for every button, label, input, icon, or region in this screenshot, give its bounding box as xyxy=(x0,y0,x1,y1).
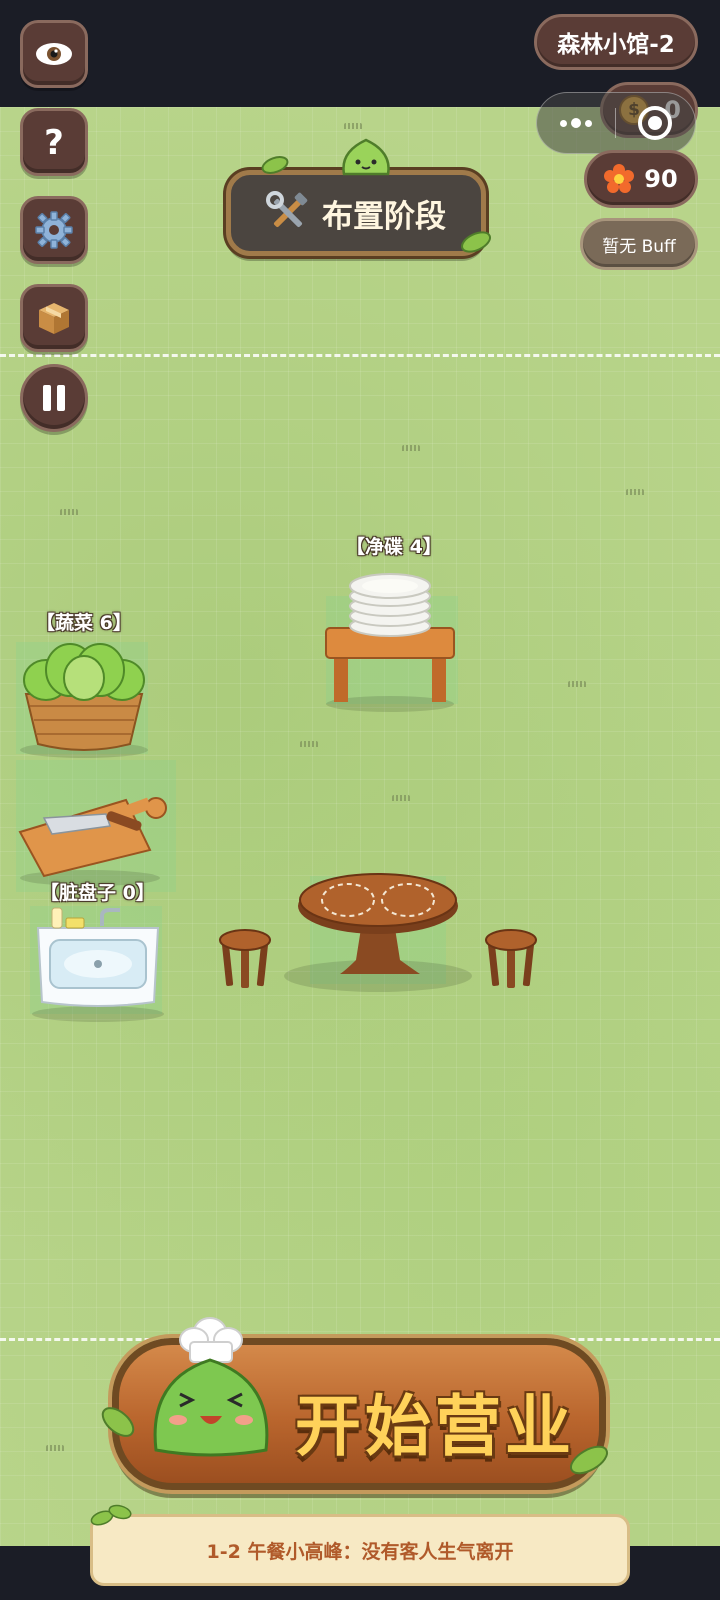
level-name: 森林小馆-2 xyxy=(557,32,675,58)
leaf-icon xyxy=(261,156,289,174)
grass-tuft xyxy=(402,443,420,451)
more-dots-icon[interactable] xyxy=(537,118,615,128)
pause-icon xyxy=(43,385,65,411)
help-button[interactable]: ? xyxy=(20,108,88,176)
dining-table-icon xyxy=(284,873,472,992)
leaf-icon xyxy=(569,1445,609,1475)
leaf-icon xyxy=(460,231,492,253)
game-screen: ? 森林小馆-2 90 暂无 Buff 布置阶段 【净碟 4】 【蔬菜 6】 【… xyxy=(0,0,720,1600)
flower-count: 90 xyxy=(644,165,678,193)
sink-icon xyxy=(32,907,164,1022)
slime-mascot-icon xyxy=(342,138,390,176)
grass-tuft xyxy=(300,739,318,747)
view-toggle-button[interactable] xyxy=(20,20,88,88)
tools-icon xyxy=(266,191,308,228)
leaf-icon xyxy=(101,1407,135,1437)
dirty-plates-label: 【脏盘子 0】 xyxy=(40,882,155,904)
eye-icon xyxy=(36,43,72,65)
start-business-label: 开始营业 xyxy=(295,1388,575,1465)
grass-tuft xyxy=(60,507,78,515)
flower-counter: 90 xyxy=(584,150,698,208)
stool-icon[interactable] xyxy=(484,928,538,992)
grass-tuft xyxy=(568,679,586,687)
inventory-button[interactable] xyxy=(20,284,88,352)
record-icon[interactable] xyxy=(616,105,696,141)
buff-status[interactable]: 暂无 Buff xyxy=(580,218,698,270)
level-name-badge: 森林小馆-2 xyxy=(534,14,698,70)
cutting-board-icon xyxy=(18,797,167,886)
zone-divider-top xyxy=(0,354,720,357)
leaf-cluster-icon xyxy=(90,1504,132,1526)
grass-tuft xyxy=(392,793,410,801)
grass-tuft xyxy=(344,121,362,129)
clean-plates-label: 【净碟 4】 xyxy=(346,536,442,558)
vegetable-basket-icon xyxy=(20,643,148,758)
level-objective-banner: 1-2 午餐小高峰：没有客人生气离开 xyxy=(90,1514,630,1586)
phase-banner: 布置阶段 xyxy=(226,170,486,256)
plate-table-icon xyxy=(325,573,455,712)
miniprogram-capsule[interactable] xyxy=(536,92,696,154)
chef-slime-icon xyxy=(153,1317,269,1457)
buff-text: 暂无 Buff xyxy=(602,236,676,257)
stool-icon[interactable] xyxy=(218,928,272,992)
level-objective-text: 1-2 午餐小高峰：没有客人生气离开 xyxy=(206,1540,514,1563)
phase-title: 布置阶段 xyxy=(322,198,446,235)
gear-icon xyxy=(35,211,73,249)
flower-icon xyxy=(604,164,635,193)
pause-button[interactable] xyxy=(20,364,88,432)
grass-tuft xyxy=(46,1443,64,1451)
vegetables-label: 【蔬菜 6】 xyxy=(36,612,132,634)
box-icon xyxy=(39,303,69,334)
grass-tuft xyxy=(626,487,644,495)
svg-text:?: ? xyxy=(44,124,64,160)
question-icon: ? xyxy=(44,124,64,160)
settings-button[interactable] xyxy=(20,196,88,264)
